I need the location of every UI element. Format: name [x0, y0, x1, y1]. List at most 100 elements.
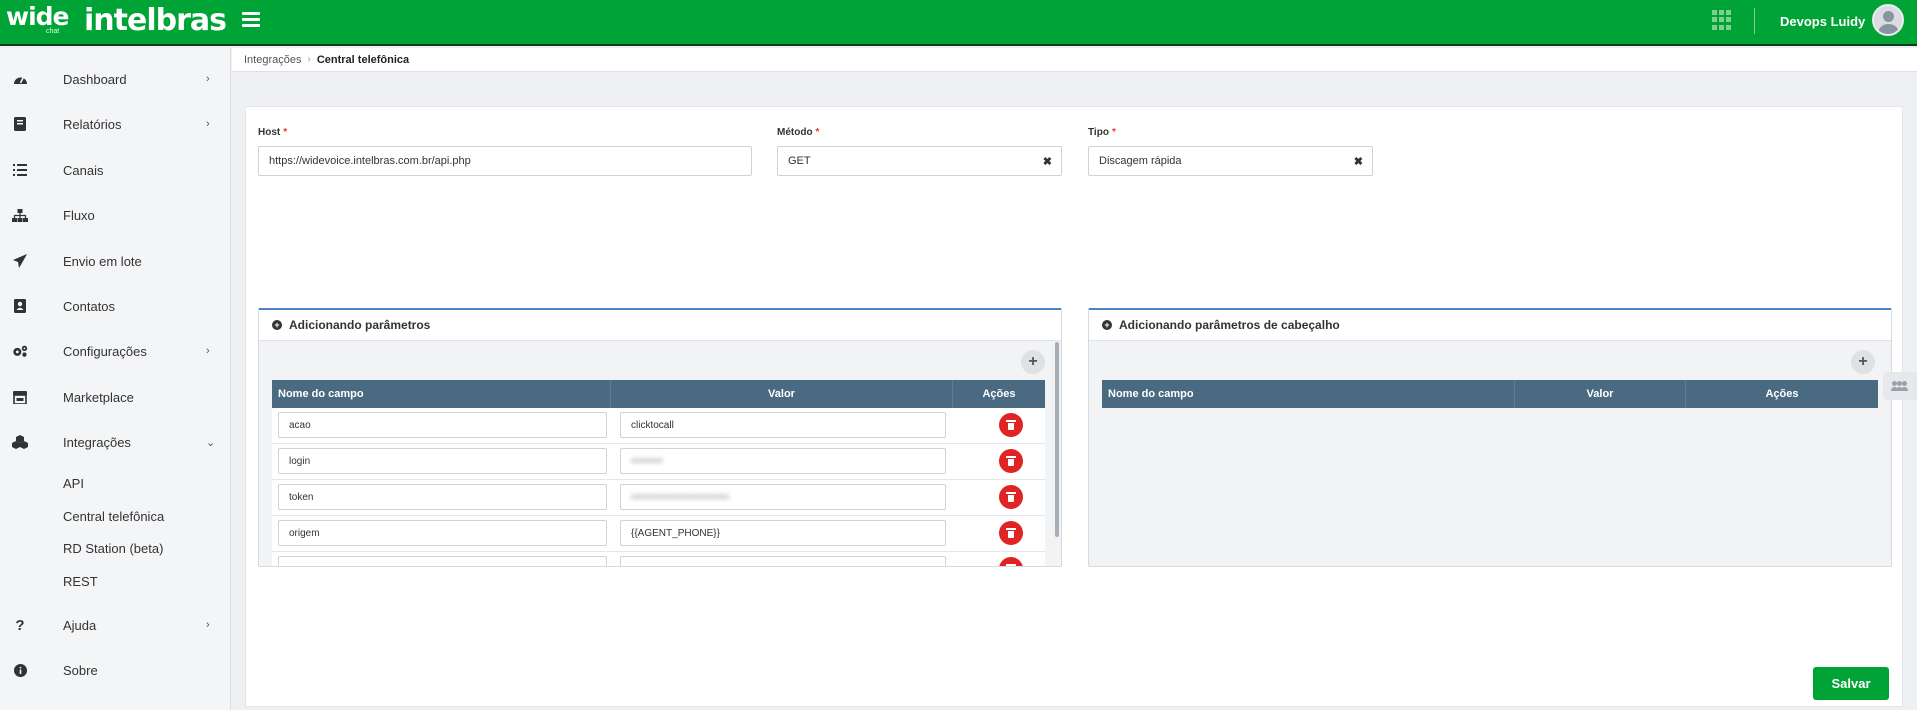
table-row — [272, 552, 1045, 566]
top-divider — [1754, 8, 1755, 34]
host-label: Host * — [258, 127, 288, 138]
sidebar-item-integracoes[interactable]: Integrações ⌄ — [0, 424, 231, 460]
sidebar-item-fluxo[interactable]: Fluxo — [0, 197, 231, 233]
save-button[interactable]: Salvar — [1813, 667, 1889, 700]
sidebar-item-label: Ajuda — [63, 617, 97, 633]
delete-row-button[interactable] — [999, 413, 1023, 437]
param-value-input[interactable]: clicktocall — [620, 412, 946, 438]
param-name-input[interactable]: token — [278, 484, 607, 510]
param-name-input[interactable]: origem — [278, 520, 607, 546]
clear-icon[interactable]: ✖ — [1354, 155, 1363, 168]
required-mark: * — [283, 127, 288, 138]
sidebar-item-label: Fluxo — [63, 207, 95, 223]
sidebar-item-label: Marketplace — [63, 389, 134, 405]
trash-icon — [1006, 528, 1016, 538]
chevron-right-icon: › — [206, 118, 210, 130]
sidebar-item-dashboard[interactable]: Dashboard › — [0, 61, 231, 97]
column-header: Valor — [1515, 380, 1686, 408]
book-icon — [12, 116, 28, 132]
hamburger-menu-icon[interactable] — [242, 12, 260, 28]
chevron-right-icon: › — [206, 73, 210, 85]
method-select[interactable]: GET ✖ — [777, 146, 1062, 176]
sitemap-icon — [12, 207, 28, 223]
clear-icon[interactable]: ✖ — [1043, 155, 1052, 168]
store-icon — [12, 389, 28, 405]
type-label: Tipo * — [1088, 127, 1116, 138]
host-input[interactable]: https://widevoice.intelbras.com.br/api.p… — [258, 146, 752, 176]
delete-row-button[interactable] — [999, 557, 1023, 566]
integration-form-card: Host * https://widevoice.intelbras.com.br… — [245, 106, 1903, 707]
users-icon — [1891, 381, 1908, 391]
sidebar-item-label: Dashboard — [63, 71, 127, 87]
breadcrumb-parent[interactable]: Integrações — [244, 54, 301, 66]
type-select[interactable]: Discagem rápida ✖ — [1088, 146, 1373, 176]
sidebar-item-contatos[interactable]: Contatos — [0, 288, 231, 324]
required-mark: * — [815, 127, 820, 138]
gears-icon — [12, 343, 28, 359]
list-icon — [12, 162, 28, 178]
sidebar-item-relatorios[interactable]: Relatórios › — [0, 106, 231, 142]
param-value-input[interactable]: ••••••••• — [620, 448, 946, 474]
table-row: token •••••••••••••••••••••••••••• — [272, 480, 1045, 516]
sidebar-item-marketplace[interactable]: Marketplace — [0, 379, 231, 415]
sidebar-item-sobre[interactable]: Sobre — [0, 652, 231, 688]
chevron-right-icon: › — [206, 619, 210, 631]
sidebar-subitem-rest[interactable]: REST — [63, 574, 98, 589]
params-panel-header[interactable]: + Adicionando parâmetros — [259, 310, 1061, 341]
table-row: login ••••••••• — [272, 444, 1045, 480]
sidebar-item-ajuda[interactable]: ? Ajuda › — [0, 607, 231, 643]
params-panel-title: Adicionando parâmetros — [289, 318, 431, 332]
top-bar: wide chat intelbras Devops Luidy — [0, 0, 1917, 46]
sidebar-item-label: Canais — [63, 162, 104, 178]
sidebar-item-label: Relatórios — [63, 116, 122, 132]
breadcrumb-current: Central telefônica — [316, 53, 410, 66]
plus-circle-icon: + — [1102, 320, 1112, 330]
table-row: acao clicktocall — [272, 408, 1045, 444]
param-value-input[interactable]: •••••••••••••••••••••••••••• — [620, 484, 946, 510]
chevron-right-icon: › — [307, 54, 311, 65]
type-select-value: Discagem rápida — [1099, 155, 1182, 167]
sidebar-subitem-api[interactable]: API — [63, 476, 84, 491]
question-icon: ? — [15, 616, 25, 634]
breadcrumb: Integrações › Central telefônica — [232, 48, 1917, 72]
trash-icon — [1006, 456, 1016, 466]
add-header-param-button[interactable]: + — [1851, 350, 1875, 374]
param-name-input[interactable] — [278, 556, 607, 566]
trash-icon — [1006, 564, 1016, 566]
column-header: Nome do campo — [272, 380, 611, 408]
params-table-header: Nome do campo Valor Ações — [272, 380, 1045, 408]
wide-logo-sub: chat — [46, 28, 60, 35]
sidebar-subitem-central-telefonica[interactable]: Central telefônica — [63, 509, 164, 524]
param-value-input[interactable]: {{AGENT_PHONE}} — [620, 520, 946, 546]
sidebar-subitem-rd-station[interactable]: RD Station (beta) — [63, 541, 163, 556]
column-header: Valor — [611, 380, 953, 408]
params-scrollbar[interactable] — [1055, 342, 1059, 537]
speedometer-icon — [12, 71, 28, 87]
wide-logo: wide — [6, 2, 70, 31]
sidebar-item-canais[interactable]: Canais — [0, 152, 231, 188]
delete-row-button[interactable] — [999, 449, 1023, 473]
sidebar-item-envio-em-lote[interactable]: Envio em lote — [0, 243, 231, 279]
trash-icon — [1006, 420, 1016, 430]
delete-row-button[interactable] — [999, 485, 1023, 509]
param-name-input[interactable]: acao — [278, 412, 607, 438]
param-value-input[interactable] — [620, 556, 946, 566]
user-name[interactable]: Devops Luidy — [1780, 14, 1865, 29]
method-label: Método * — [777, 127, 820, 138]
header-params-panel-title: Adicionando parâmetros de cabeçalho — [1119, 318, 1340, 332]
delete-row-button[interactable] — [999, 521, 1023, 545]
address-book-icon — [12, 298, 28, 314]
header-params-panel-header[interactable]: + Adicionando parâmetros de cabeçalho — [1089, 310, 1891, 341]
cubes-icon — [12, 434, 28, 450]
apps-grid-icon[interactable] — [1712, 10, 1732, 30]
header-params-table-header: Nome do campo Valor Ações — [1102, 380, 1878, 408]
column-header: Nome do campo — [1102, 380, 1515, 408]
plus-circle-icon: + — [272, 320, 282, 330]
param-name-input[interactable]: login — [278, 448, 607, 474]
add-param-button[interactable]: + — [1021, 350, 1045, 374]
sidebar-item-configuracoes[interactable]: Configurações › — [0, 333, 231, 369]
host-input-value: https://widevoice.intelbras.com.br/api.p… — [269, 155, 471, 167]
intelbras-logo: intelbras — [84, 3, 227, 38]
avatar[interactable] — [1872, 4, 1904, 36]
side-panel-toggle[interactable] — [1883, 372, 1917, 400]
